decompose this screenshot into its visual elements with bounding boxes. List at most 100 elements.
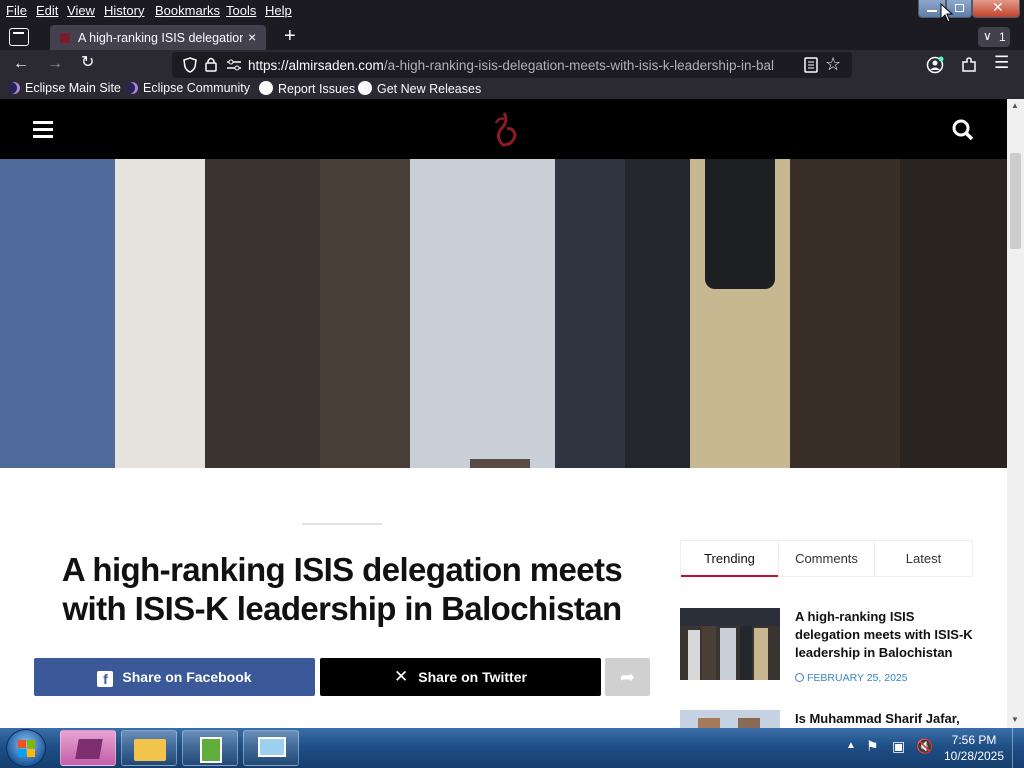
clock-time: 7:56 PM bbox=[951, 733, 997, 747]
menu-help[interactable]: Help bbox=[265, 3, 292, 18]
trending-item-title-2[interactable]: Is Muhammad Sharif Jafar, bbox=[795, 710, 975, 728]
monitor-icon bbox=[258, 737, 286, 757]
back-icon[interactable]: ← bbox=[13, 56, 29, 72]
figure-right bbox=[900, 159, 1007, 468]
extensions-icon[interactable] bbox=[960, 56, 978, 74]
bookmark-eclipse-main-site[interactable]: Eclipse Main Site bbox=[8, 81, 121, 95]
trending-date-text: FEBRUARY 25, 2025 bbox=[807, 672, 908, 684]
app-icon bbox=[75, 739, 103, 759]
bookmark-eclipse-community[interactable]: Eclipse Community bbox=[126, 81, 250, 95]
page-scrollbar[interactable]: ▲ ▼ bbox=[1007, 99, 1024, 728]
menu-history[interactable]: History bbox=[104, 3, 144, 18]
bookmark-label: Report Issues bbox=[278, 82, 356, 96]
menu-bookmarks[interactable]: Bookmarks bbox=[155, 3, 220, 18]
site-logo[interactable] bbox=[487, 111, 521, 149]
share-twitter-button[interactable]: ✕ Share on Twitter bbox=[320, 658, 601, 696]
eclipse-icon bbox=[8, 82, 20, 94]
share-twitter-label: Share on Twitter bbox=[418, 669, 527, 685]
trending-thumbnail[interactable] bbox=[680, 608, 780, 680]
url-domain: https://almirsaden.com bbox=[248, 58, 384, 73]
tab-count: 1 bbox=[999, 30, 1006, 44]
permissions-icon[interactable] bbox=[226, 59, 242, 71]
minimize-icon bbox=[927, 10, 937, 12]
taskbar-file-explorer[interactable] bbox=[121, 730, 177, 766]
hamburger-menu-icon[interactable] bbox=[33, 121, 53, 138]
close-icon: ✕ bbox=[992, 0, 1004, 15]
share-facebook-button[interactable]: f Share on Facebook bbox=[34, 658, 315, 696]
x-twitter-icon: ✕ bbox=[394, 667, 409, 686]
facebook-icon: f bbox=[97, 671, 114, 687]
new-tab-icon[interactable]: + bbox=[284, 25, 296, 48]
tab-latest[interactable]: Latest bbox=[875, 541, 972, 577]
tab-article[interactable]: A high-ranking ISIS delegation r × bbox=[50, 25, 266, 51]
shield-icon[interactable] bbox=[182, 57, 198, 73]
share-facebook-label: Share on Facebook bbox=[122, 669, 252, 685]
trending-item-date: FEBRUARY 25, 2025 bbox=[795, 672, 908, 684]
figure-puffer-vest bbox=[705, 159, 775, 289]
github-icon bbox=[358, 81, 372, 95]
scroll-down-icon[interactable]: ▼ bbox=[1011, 715, 1019, 724]
bookmark-label: Eclipse Main Site bbox=[25, 81, 121, 95]
menu-file[interactable]: File bbox=[6, 3, 27, 18]
article-hero-image bbox=[0, 159, 1007, 468]
menu-edit[interactable]: Edit bbox=[36, 3, 58, 18]
taskbar-app-1[interactable] bbox=[60, 730, 116, 766]
restore-icon bbox=[955, 4, 964, 12]
share-more-button[interactable]: ➦ bbox=[605, 658, 650, 696]
url-text[interactable]: https://almirsaden.com/a-high-ranking-is… bbox=[248, 58, 798, 73]
bookmark-label: Get New Releases bbox=[377, 82, 482, 96]
tab-list-button[interactable]: ∨ 1 bbox=[978, 27, 1010, 47]
taskbar-editor[interactable] bbox=[182, 730, 238, 766]
scrollbar-thumb[interactable] bbox=[1010, 153, 1021, 249]
clock-icon bbox=[795, 673, 804, 682]
search-icon[interactable] bbox=[952, 119, 974, 141]
show-hidden-icons[interactable]: ▲ bbox=[846, 740, 856, 751]
github-icon bbox=[259, 81, 273, 95]
tab-trending[interactable]: Trending bbox=[681, 541, 778, 577]
tab-title: A high-ranking ISIS delegation r bbox=[78, 31, 243, 45]
action-center-icon[interactable]: ⚑ bbox=[866, 738, 879, 755]
tab-comments[interactable]: Comments bbox=[778, 541, 875, 577]
bookmarks-toolbar: Eclipse Main Site Eclipse Community Repo… bbox=[0, 79, 1024, 99]
scroll-up-icon[interactable]: ▲ bbox=[1011, 101, 1019, 110]
screen: File Edit View History Bookmarks Tools H… bbox=[0, 0, 1024, 768]
reader-view-icon[interactable] bbox=[804, 57, 818, 73]
bookmark-report-issues[interactable]: Report Issues bbox=[259, 81, 355, 96]
tab-close-icon[interactable]: × bbox=[248, 29, 256, 45]
article-headline: A high-ranking ISIS delegation meets wit… bbox=[61, 551, 623, 627]
tab-overview-icon[interactable] bbox=[9, 28, 29, 46]
section-divider bbox=[302, 523, 382, 525]
figure-dark-robe bbox=[205, 159, 335, 468]
start-button[interactable] bbox=[6, 729, 46, 767]
account-icon[interactable] bbox=[926, 56, 944, 74]
share-arrow-icon: ➦ bbox=[619, 667, 636, 687]
close-window-button[interactable]: ✕ bbox=[972, 0, 1020, 18]
hands-area bbox=[470, 459, 530, 468]
site-header bbox=[0, 99, 1007, 159]
bookmark-star-icon[interactable]: ☆ bbox=[825, 54, 841, 75]
volume-muted-icon[interactable]: 🔇 bbox=[916, 738, 933, 755]
trending-item-title[interactable]: A high-ranking ISIS delegation meets wit… bbox=[795, 608, 975, 662]
reload-icon[interactable]: ↻ bbox=[81, 55, 94, 71]
menu-view[interactable]: View bbox=[67, 3, 95, 18]
mouse-cursor-icon bbox=[940, 3, 954, 23]
navigation-bar: ← → ↻ https://almirsaden.com/a-high-rank… bbox=[0, 50, 1024, 79]
network-icon[interactable]: ▣ bbox=[892, 738, 905, 755]
system-clock[interactable]: 7:56 PM 10/28/2025 bbox=[938, 732, 1010, 764]
url-bar[interactable]: https://almirsaden.com/a-high-ranking-is… bbox=[172, 52, 852, 78]
menu-bar: File Edit View History Bookmarks Tools H… bbox=[0, 0, 1024, 23]
lock-icon[interactable] bbox=[204, 56, 218, 73]
bookmark-get-new-releases[interactable]: Get New Releases bbox=[358, 81, 481, 96]
site-favicon-icon bbox=[60, 33, 70, 43]
bookmark-label: Eclipse Community bbox=[143, 81, 250, 95]
show-desktop-button[interactable] bbox=[1012, 728, 1024, 768]
menu-tools[interactable]: Tools bbox=[226, 3, 256, 18]
forward-icon[interactable]: → bbox=[47, 56, 63, 72]
editor-icon bbox=[200, 737, 222, 763]
trending-thumbnail-2[interactable] bbox=[680, 710, 780, 728]
clock-date: 10/28/2025 bbox=[943, 749, 1005, 763]
sidebar-tabs: Trending Comments Latest bbox=[680, 540, 973, 577]
figure-grey-vest bbox=[410, 159, 570, 468]
app-menu-icon[interactable]: ☰ bbox=[994, 54, 1009, 71]
taskbar-network-app[interactable] bbox=[243, 730, 299, 766]
